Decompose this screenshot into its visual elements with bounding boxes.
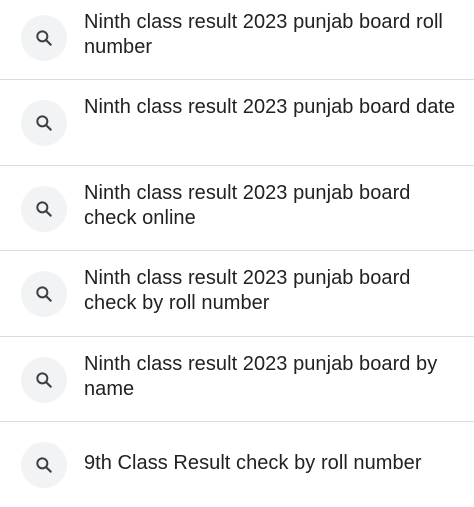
suggestion-text: Ninth class result 2023 punjab board che… <box>84 267 411 314</box>
suggestion-text: Ninth class result 2023 punjab board che… <box>84 182 411 229</box>
suggestion-item[interactable]: Ninth class result 2023 punjab board by … <box>0 337 474 422</box>
search-suggestion-list: Ninth class result 2023 punjab board rol… <box>0 0 474 498</box>
search-icon <box>21 271 67 317</box>
suggestion-text: Ninth class result 2023 punjab board rol… <box>84 11 443 58</box>
suggestion-text: Ninth class result 2023 punjab board by … <box>84 353 438 400</box>
search-icon <box>21 186 67 232</box>
suggestion-item[interactable]: Ninth class result 2023 punjab board dat… <box>0 80 474 165</box>
search-icon <box>21 15 67 61</box>
suggestion-item[interactable]: 9th Class Result check by roll number <box>0 422 474 507</box>
search-icon <box>21 100 67 146</box>
suggestion-item[interactable]: Ninth class result 2023 punjab board che… <box>0 166 474 251</box>
search-icon <box>21 357 67 403</box>
suggestion-text: 9th Class Result check by roll number <box>84 452 422 474</box>
suggestion-item[interactable]: Ninth class result 2023 punjab board rol… <box>0 0 474 80</box>
suggestion-text: Ninth class result 2023 punjab board dat… <box>84 96 456 118</box>
suggestion-item[interactable]: Ninth class result 2023 punjab board che… <box>0 251 474 336</box>
search-icon <box>21 442 67 488</box>
